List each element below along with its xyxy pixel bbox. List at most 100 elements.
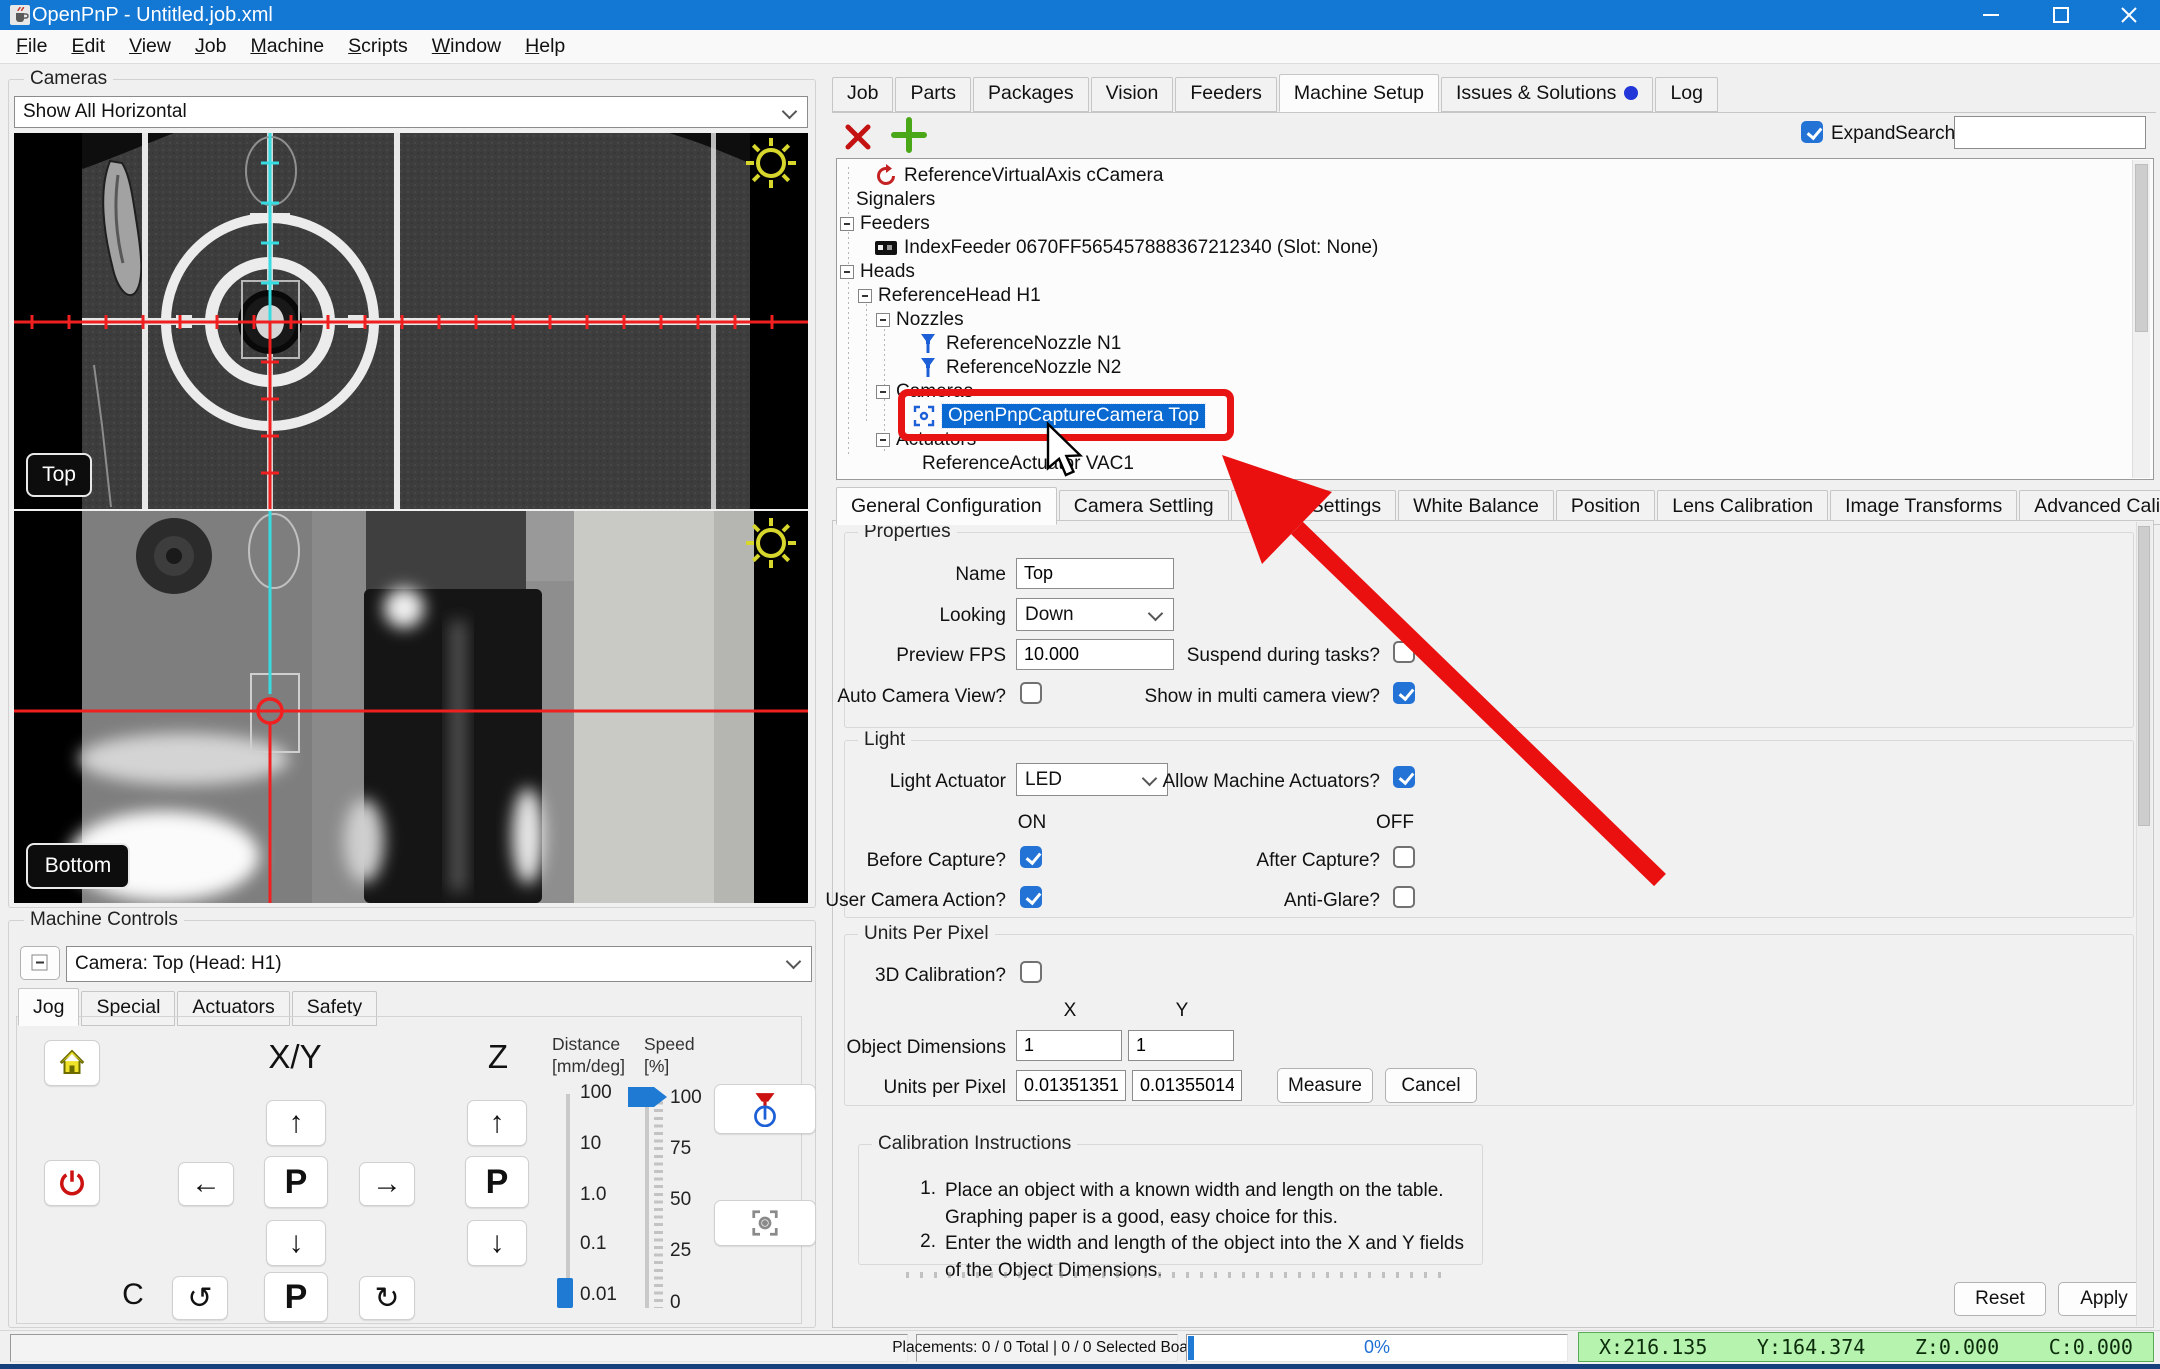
multi-camera-view-checkbox[interactable]: [1393, 682, 1415, 704]
object-dimensions-y-field[interactable]: [1128, 1030, 1234, 1061]
collapse-controls-button[interactable]: [20, 946, 60, 980]
close-button[interactable]: [2096, 0, 2160, 30]
config-scrollbar[interactable]: [2136, 522, 2152, 1326]
minimize-button[interactable]: [1958, 0, 2024, 30]
x-column-header: X: [1063, 1000, 1077, 1021]
tree-row[interactable]: ReferenceVirtualAxis cCamera: [874, 164, 1163, 188]
speed-tick-label: 50: [670, 1189, 692, 1210]
camera-position-button[interactable]: [714, 1200, 816, 1246]
tab-vision[interactable]: Vision: [1090, 77, 1174, 112]
tab-machine-setup[interactable]: Machine Setup: [1278, 74, 1440, 112]
light-actuator-label: Light Actuator: [889, 771, 1006, 792]
position-z-button[interactable]: P: [465, 1156, 529, 1208]
menu-machine[interactable]: Machine: [238, 33, 336, 60]
tree-row[interactable]: ReferenceHead H1: [858, 284, 1041, 308]
add-button[interactable]: [890, 116, 928, 154]
tab-job[interactable]: Job: [832, 77, 894, 112]
collapse-toggle-icon[interactable]: [840, 217, 854, 231]
speed-slider-handle[interactable]: [627, 1086, 669, 1108]
tab-jog[interactable]: Jog: [18, 988, 80, 1026]
menu-file[interactable]: File: [4, 33, 59, 60]
anti-glare-checkbox[interactable]: [1393, 886, 1415, 908]
collapse-toggle-icon[interactable]: [876, 385, 890, 399]
power-button[interactable]: [44, 1160, 100, 1206]
tree-row[interactable]: Heads: [840, 260, 915, 284]
bottom-camera-view[interactable]: Bottom: [14, 511, 808, 903]
jog-y-plus-button[interactable]: ↑: [266, 1100, 326, 1146]
position-camera-button[interactable]: P: [264, 1156, 328, 1208]
tree-row[interactable]: Feeders: [840, 212, 930, 236]
allow-actuators-label: Allow Machine Actuators?: [1162, 771, 1380, 792]
maximize-button[interactable]: [2028, 0, 2094, 30]
rotate-cw-button[interactable]: ↻: [359, 1276, 415, 1320]
speed-slider[interactable]: [645, 1094, 649, 1308]
distance-slider-handle[interactable]: [557, 1278, 573, 1308]
search-label: Search: [1895, 123, 1956, 144]
distance-unit: [mm/deg]: [552, 1056, 625, 1076]
collapse-toggle-icon[interactable]: [876, 313, 890, 327]
top-camera-view[interactable]: Top: [14, 133, 808, 509]
delete-button[interactable]: [843, 122, 873, 152]
menu-window[interactable]: Window: [420, 33, 513, 60]
speed-tick-label: 25: [670, 1240, 692, 1261]
name-field[interactable]: [1016, 558, 1174, 589]
config-scrollbar-thumb[interactable]: [2138, 526, 2150, 826]
tree-scrollbar-thumb[interactable]: [2135, 164, 2148, 332]
units-per-pixel-x-field[interactable]: [1016, 1070, 1126, 1101]
tree-row[interactable]: Nozzles: [876, 308, 964, 332]
collapse-toggle-icon[interactable]: [840, 265, 854, 279]
tree-row[interactable]: IndexFeeder 0670FF565457888367212340 (Sl…: [874, 236, 1378, 260]
collapse-toggle-icon[interactable]: [876, 433, 890, 447]
jog-x-plus-button[interactable]: →: [359, 1162, 415, 1206]
units-per-pixel-y-field[interactable]: [1132, 1070, 1242, 1101]
camera-view-mode-select[interactable]: Show All Horizontal: [14, 96, 808, 128]
jog-z-minus-button[interactable]: ↓: [467, 1220, 527, 1266]
distance-tick-label: 0.01: [580, 1284, 617, 1305]
tab-general-configuration[interactable]: General Configuration: [836, 487, 1057, 525]
tab-parts[interactable]: Parts: [895, 77, 971, 112]
tree-row[interactable]: ReferenceNozzle N1: [916, 332, 1121, 356]
3d-calibration-checkbox[interactable]: [1020, 961, 1042, 983]
measure-button[interactable]: Measure: [1277, 1068, 1373, 1103]
jog-x-minus-button[interactable]: ←: [178, 1162, 234, 1206]
object-dimensions-x-field[interactable]: [1016, 1030, 1122, 1061]
before-capture-checkbox[interactable]: [1020, 846, 1042, 868]
allow-actuators-checkbox[interactable]: [1393, 766, 1415, 788]
menu-job[interactable]: Job: [183, 33, 238, 60]
tree-row[interactable]: ReferenceActuator VAC1: [916, 452, 1134, 476]
tree-scrollbar[interactable]: [2132, 160, 2150, 478]
3d-calibration-label: 3D Calibration?: [875, 965, 1006, 986]
home-button[interactable]: [44, 1040, 100, 1086]
after-capture-checkbox[interactable]: [1393, 846, 1415, 868]
menu-edit[interactable]: Edit: [59, 33, 117, 60]
suspend-checkbox[interactable]: [1393, 641, 1415, 663]
tab-feeders[interactable]: Feeders: [1175, 77, 1277, 112]
position-c-button[interactable]: P: [264, 1272, 328, 1322]
expand-checkbox[interactable]: [1801, 121, 1823, 143]
tab-packages[interactable]: Packages: [972, 77, 1089, 112]
tab-issues-solutions[interactable]: Issues & Solutions: [1441, 77, 1654, 112]
search-input[interactable]: [1954, 116, 2146, 149]
tree-row[interactable]: Signalers: [850, 188, 935, 212]
cancel-button[interactable]: Cancel: [1385, 1068, 1477, 1103]
rotate-ccw-button[interactable]: ↺: [172, 1276, 228, 1320]
jog-target-select[interactable]: Camera: Top (Head: H1): [66, 946, 812, 982]
reset-button[interactable]: Reset: [1954, 1282, 2046, 1316]
tree-row[interactable]: ReferenceNozzle N2: [916, 356, 1121, 380]
job-progress-bar: 0%: [1186, 1334, 1568, 1362]
park-nozzle-button[interactable]: [714, 1084, 816, 1134]
menu-help[interactable]: Help: [513, 33, 577, 60]
user-camera-action-checkbox[interactable]: [1020, 886, 1042, 908]
collapse-toggle-icon[interactable]: [858, 289, 872, 303]
tab-log[interactable]: Log: [1655, 77, 1718, 112]
axis-rotation-icon: [874, 164, 898, 188]
distance-slider[interactable]: [566, 1094, 570, 1308]
user-camera-action-label: User Camera Action?: [825, 890, 1006, 911]
looking-select[interactable]: Down: [1016, 598, 1174, 631]
dro-position-display: X:216.135 Y:164.374 Z:0.000 C:0.000: [1578, 1332, 2154, 1362]
jog-y-minus-button[interactable]: ↓: [266, 1220, 326, 1266]
auto-camera-view-checkbox[interactable]: [1020, 682, 1042, 704]
menu-view[interactable]: View: [117, 33, 183, 60]
menu-scripts[interactable]: Scripts: [336, 33, 420, 60]
jog-z-plus-button[interactable]: ↑: [467, 1100, 527, 1146]
